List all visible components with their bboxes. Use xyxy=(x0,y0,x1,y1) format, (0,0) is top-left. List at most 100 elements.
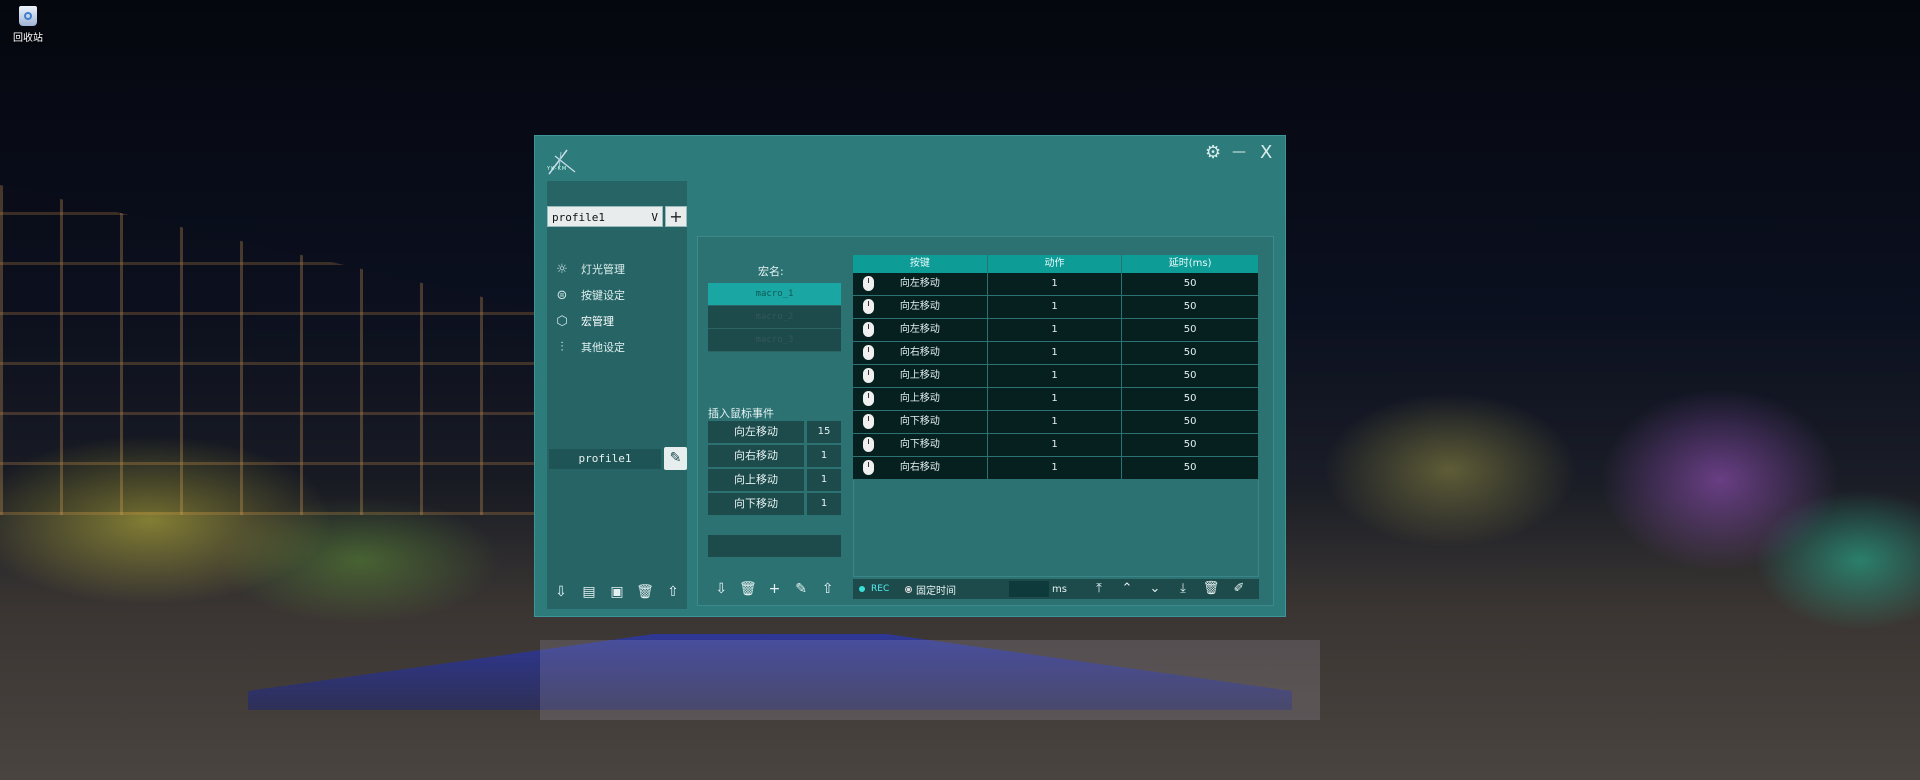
mouse-event-button[interactable]: 向下移动 xyxy=(708,493,804,515)
recycle-bin-shortcut[interactable]: 回收站 xyxy=(8,6,48,44)
fixed-time-radio[interactable]: 固定时间 xyxy=(905,582,1005,597)
delay-cell: 50 xyxy=(1122,434,1259,456)
app-logo-icon xyxy=(548,149,576,175)
key-label: 向上移动 xyxy=(899,393,940,404)
mouse-event-row: 向上移动 1 xyxy=(708,469,841,493)
key-cell: 向左移动 xyxy=(853,273,988,295)
document-icon[interactable]: ▤ xyxy=(579,582,599,602)
mouse-event-button[interactable]: 向右移动 xyxy=(708,445,804,467)
table-row[interactable]: 向上移动 1 50 xyxy=(853,388,1259,411)
macro-list: macro_1 macro_2 macro_3 xyxy=(708,283,841,352)
profile-select-value: profile1 xyxy=(552,211,605,224)
table-row[interactable]: 向右移动 1 50 xyxy=(853,457,1259,480)
import-icon[interactable]: ⇩ xyxy=(711,579,731,599)
export-icon[interactable]: ⇧ xyxy=(663,582,683,602)
profile-name-row: profile1 ✎ xyxy=(547,447,687,471)
delay-cell: 50 xyxy=(1122,388,1259,410)
move-up-icon[interactable]: ⌃ xyxy=(1113,579,1141,599)
fixed-time-label: 固定时间 xyxy=(916,585,956,597)
ms-unit-label: ms xyxy=(1052,583,1067,595)
macro-toolbar: ⇩ 🗑 + ✎ ⇧ xyxy=(708,579,841,599)
sidebar-nav: ☼ 灯光管理 ⊜ 按键设定 ⬡ 宏管理 ⫶ 其他设定 xyxy=(553,256,683,360)
app-logo-text: YK-KM xyxy=(547,166,568,172)
macro-name-label: 宏名: xyxy=(758,265,784,278)
move-bottom-icon[interactable]: ⤓ xyxy=(1169,579,1197,599)
add-profile-button[interactable]: + xyxy=(665,206,687,227)
key-cell: 向上移动 xyxy=(853,388,988,410)
action-cell: 1 xyxy=(987,365,1123,387)
table-header: 按键 动作 延时(ms) xyxy=(853,255,1259,273)
edit-profile-button[interactable]: ✎ xyxy=(664,447,687,470)
action-cell: 1 xyxy=(987,411,1123,433)
key-cell: 向下移动 xyxy=(853,434,988,456)
action-cell: 1 xyxy=(987,273,1123,295)
delay-cell: 50 xyxy=(1122,319,1259,341)
settings-icon[interactable]: ⚙ xyxy=(1205,142,1221,163)
table-row[interactable]: 向右移动 1 50 xyxy=(853,342,1259,365)
mouse-event-button[interactable]: 向上移动 xyxy=(708,469,804,491)
macro-list-item[interactable]: macro_2 xyxy=(708,306,841,329)
export-icon[interactable]: ⇧ xyxy=(818,579,838,599)
mouse-event-row: 向右移动 1 xyxy=(708,445,841,469)
sidebar: profile1 V + ☼ 灯光管理 ⊜ 按键设定 ⬡ 宏管理 ⫶ 其他设定 xyxy=(547,181,687,609)
mouse-icon xyxy=(863,345,874,360)
table-row[interactable]: 向左移动 1 50 xyxy=(853,273,1259,296)
table-row[interactable]: 向下移动 1 50 xyxy=(853,434,1259,457)
key-cell: 向右移动 xyxy=(853,457,988,479)
mouse-icon xyxy=(863,414,874,429)
sun-icon: ☼ xyxy=(556,261,568,277)
table-row[interactable]: 向左移动 1 50 xyxy=(853,296,1259,319)
move-down-icon[interactable]: ⌄ xyxy=(1141,579,1169,599)
key-label: 向左移动 xyxy=(899,301,940,312)
key-label: 向下移动 xyxy=(899,439,940,450)
table-row[interactable]: 向左移动 1 50 xyxy=(853,319,1259,342)
mouse-event-button[interactable]: 向左移动 xyxy=(708,421,804,443)
mouse-event-value[interactable]: 15 xyxy=(807,421,841,443)
clear-icon[interactable]: ✐ xyxy=(1225,579,1253,599)
profile-select[interactable]: profile1 V xyxy=(547,206,663,227)
mouse-event-value[interactable]: 1 xyxy=(807,469,841,491)
action-cell: 1 xyxy=(987,342,1123,364)
sidebar-item-macro[interactable]: ⬡ 宏管理 xyxy=(553,308,683,334)
action-cell: 1 xyxy=(987,457,1123,479)
mouse-event-input[interactable] xyxy=(708,535,841,557)
minimize-button[interactable]: — xyxy=(1232,144,1246,160)
delete-icon[interactable]: 🗑 xyxy=(635,582,655,602)
sidebar-item-label: 其他设定 xyxy=(581,341,625,354)
key-label: 向右移动 xyxy=(899,462,940,473)
action-cell: 1 xyxy=(987,319,1123,341)
action-cell: 1 xyxy=(987,388,1123,410)
sidebar-item-other[interactable]: ⫶ 其他设定 xyxy=(553,334,683,360)
close-button[interactable]: X xyxy=(1260,142,1272,163)
import-icon[interactable]: ⇩ xyxy=(551,582,571,602)
delay-cell: 50 xyxy=(1122,273,1259,295)
sidebar-item-lighting[interactable]: ☼ 灯光管理 xyxy=(553,256,683,282)
add-icon[interactable]: + xyxy=(764,579,784,599)
mouse-icon xyxy=(863,460,874,475)
move-top-icon[interactable]: ⤒ xyxy=(1085,579,1113,599)
delay-ms-input[interactable] xyxy=(1009,581,1049,597)
macro-list-item[interactable]: macro_1 xyxy=(708,283,841,306)
delete-icon[interactable]: 🗑 xyxy=(738,579,758,599)
edit-icon[interactable]: ✎ xyxy=(791,579,811,599)
mouse-event-value[interactable]: 1 xyxy=(807,445,841,467)
recycle-bin-icon xyxy=(19,6,37,26)
record-toggle[interactable]: REC xyxy=(859,584,899,594)
macro-list-item[interactable]: macro_3 xyxy=(708,329,841,352)
key-cell: 向右移动 xyxy=(853,342,988,364)
file-icon[interactable]: ▣ xyxy=(607,582,627,602)
mouse-event-list: 向左移动 15 向右移动 1 向上移动 1 向下移动 1 xyxy=(708,421,841,517)
table-row[interactable]: 向上移动 1 50 xyxy=(853,365,1259,388)
radio-icon xyxy=(905,585,912,593)
cube-icon: ⬡ xyxy=(556,313,568,329)
mouse-event-value[interactable]: 1 xyxy=(807,493,841,515)
key-cell: 向下移动 xyxy=(853,411,988,433)
keyboard-icon: ⊜ xyxy=(556,287,568,303)
sidebar-item-label: 灯光管理 xyxy=(581,263,625,276)
sidebar-item-keys[interactable]: ⊜ 按键设定 xyxy=(553,282,683,308)
mouse-event-row: 向左移动 15 xyxy=(708,421,841,445)
sliders-icon: ⫶ xyxy=(560,339,564,355)
delete-icon[interactable]: 🗑 xyxy=(1197,579,1225,599)
table-row[interactable]: 向下移动 1 50 xyxy=(853,411,1259,434)
mouse-icon xyxy=(863,368,874,383)
